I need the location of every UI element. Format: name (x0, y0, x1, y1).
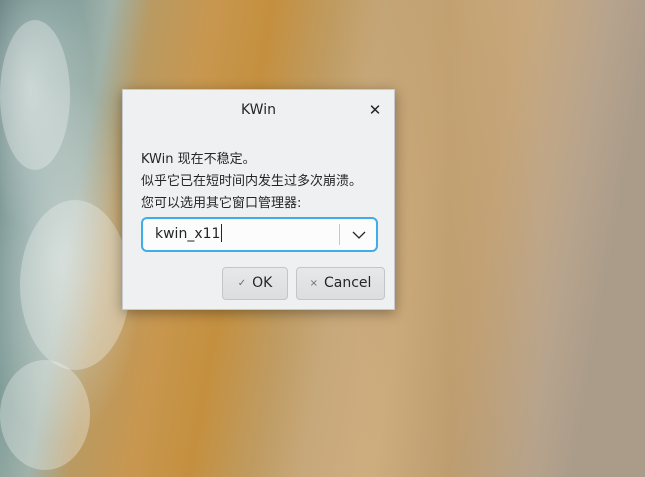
kwin-crash-dialog: KWin ✕ KWin 现在不稳定。 似乎它已在短时间内发生过多次崩溃。 您可以… (122, 89, 395, 310)
close-button[interactable]: ✕ (366, 101, 384, 119)
window-manager-value: kwin_x11 (155, 226, 221, 242)
dialog-titlebar: KWin ✕ (123, 90, 394, 130)
combo-separator (339, 224, 340, 245)
checkmark-icon: ✓ (237, 278, 247, 289)
chevron-down-icon[interactable] (350, 227, 368, 243)
message-line: 您可以选用其它窗口管理器: (141, 196, 302, 211)
window-manager-select[interactable]: kwin_x11 (141, 217, 378, 252)
cancel-icon: × (309, 278, 318, 289)
dialog-title: KWin (241, 102, 276, 118)
message-line: 似乎它已在短时间内发生过多次崩溃。 (141, 174, 363, 189)
close-icon: ✕ (368, 101, 382, 119)
text-cursor (221, 224, 223, 242)
ok-button-label: OK (252, 275, 273, 291)
surf-foam (20, 200, 130, 370)
ok-button[interactable]: ✓ OK (222, 267, 288, 300)
message-line: KWin 现在不稳定。 (141, 152, 256, 167)
surf-foam (0, 20, 70, 170)
cancel-button-label: Cancel (323, 275, 372, 291)
cancel-button[interactable]: × Cancel (296, 267, 385, 300)
surf-foam (0, 360, 90, 470)
dialog-message: KWin 现在不稳定。 似乎它已在短时间内发生过多次崩溃。 您可以选用其它窗口管… (141, 149, 362, 215)
window-manager-select-text[interactable]: kwin_x11 (155, 219, 223, 250)
